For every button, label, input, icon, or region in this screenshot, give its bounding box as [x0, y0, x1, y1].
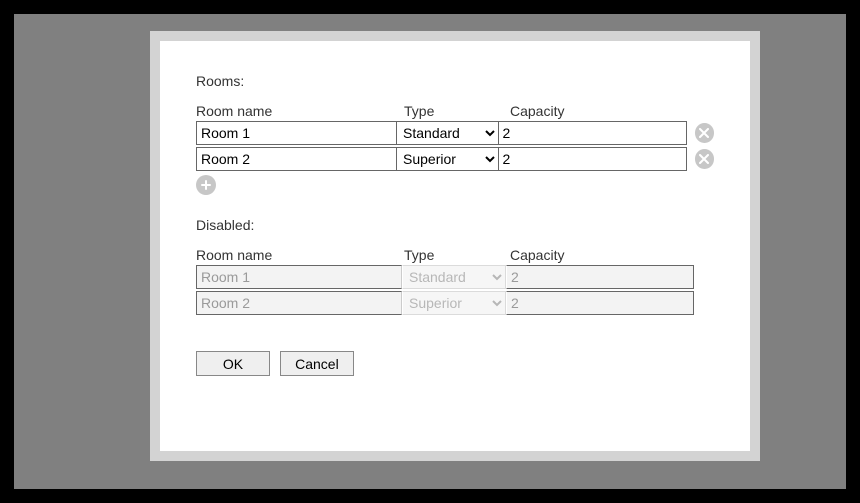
- disabled-headers: Room name Type Capacity: [196, 247, 714, 263]
- room-type-select[interactable]: Standard Superior: [397, 147, 498, 171]
- add-row-button[interactable]: [196, 175, 216, 195]
- rooms-section-label: Rooms:: [196, 73, 714, 89]
- room-name-input: [196, 291, 402, 315]
- room-capacity-input: [506, 291, 694, 315]
- close-icon: [699, 154, 709, 164]
- room-capacity-input[interactable]: [499, 121, 687, 145]
- rooms-headers: Room name Type Capacity: [196, 103, 714, 119]
- room-row: Standard Superior: [196, 121, 714, 145]
- disabled-room-row: Standard Superior: [196, 291, 714, 315]
- header-capacity: Capacity: [510, 247, 714, 263]
- ok-button[interactable]: OK: [196, 351, 270, 376]
- header-type: Type: [404, 103, 510, 119]
- dialog-buttons: OK Cancel: [196, 351, 714, 376]
- room-name-input[interactable]: [196, 147, 397, 171]
- cancel-button[interactable]: Cancel: [280, 351, 354, 376]
- header-type: Type: [404, 247, 510, 263]
- disabled-room-row: Standard Superior: [196, 265, 714, 289]
- room-type-select: Standard Superior: [402, 291, 506, 315]
- delete-row-button[interactable]: [695, 123, 714, 143]
- header-capacity: Capacity: [510, 103, 714, 119]
- header-room-name: Room name: [196, 103, 404, 119]
- dialog: Rooms: Room name Type Capacity Standard …: [160, 41, 750, 451]
- plus-icon: [201, 180, 211, 190]
- disabled-section-label: Disabled:: [196, 217, 714, 233]
- add-row-wrap: [196, 175, 714, 195]
- room-name-input: [196, 265, 402, 289]
- dialog-outer: Rooms: Room name Type Capacity Standard …: [150, 31, 760, 461]
- room-capacity-input: [506, 265, 694, 289]
- room-capacity-input[interactable]: [499, 147, 687, 171]
- room-row: Standard Superior: [196, 147, 714, 171]
- delete-row-button[interactable]: [695, 149, 714, 169]
- room-name-input[interactable]: [196, 121, 397, 145]
- header-room-name: Room name: [196, 247, 404, 263]
- room-type-select[interactable]: Standard Superior: [397, 121, 498, 145]
- close-icon: [699, 128, 709, 138]
- app-frame: Rooms: Room name Type Capacity Standard …: [14, 14, 846, 489]
- room-type-select: Standard Superior: [402, 265, 506, 289]
